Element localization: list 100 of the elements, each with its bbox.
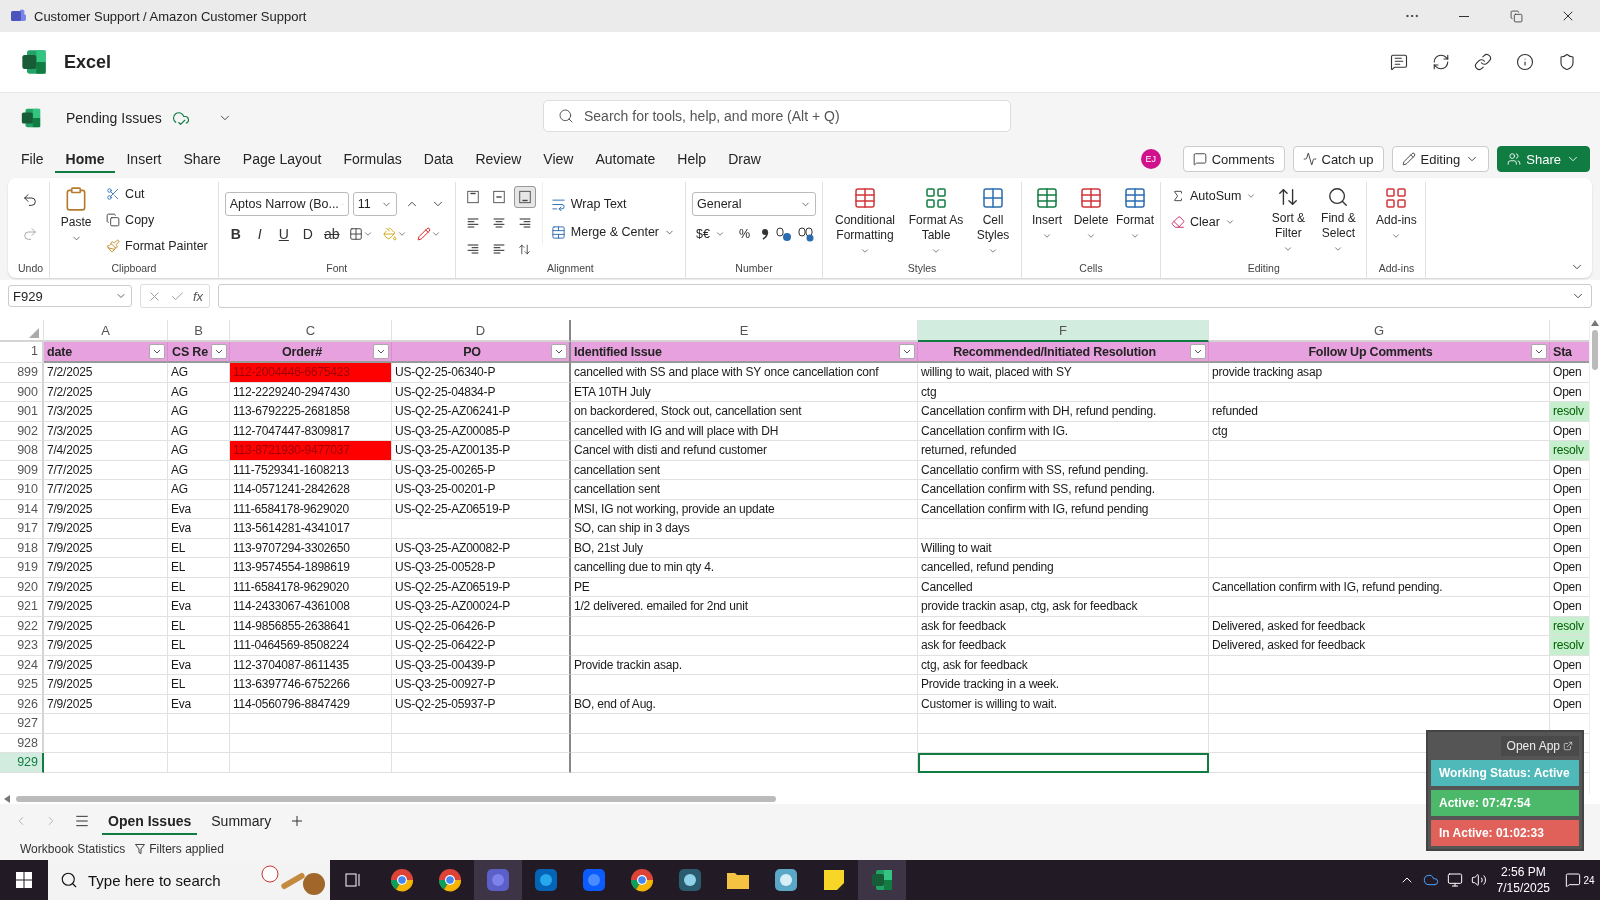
add-ins-button[interactable]: Add-ins [1373,182,1420,245]
row-number[interactable]: 929 [0,753,44,773]
sheet-tab[interactable]: Open Issues [102,807,198,835]
font-style-button[interactable]: I [248,222,271,246]
menu-tab[interactable]: Draw [717,145,772,173]
volume-icon[interactable] [1470,872,1487,888]
search-field[interactable]: Search for tools, help, and more (Alt + Q) [543,100,1011,132]
menu-tab[interactable]: View [532,145,585,173]
cells-button[interactable]: Delete [1072,182,1110,245]
workbook-statistics[interactable]: Workbook Statistics [20,842,126,856]
row-number[interactable]: 919 [0,558,44,578]
sticky-note-icon[interactable] [823,869,845,891]
document-name[interactable]: Pending Issues [66,110,162,126]
row-number[interactable]: 908 [0,441,44,461]
column-header[interactable]: A [44,320,168,342]
scroll-up-icon[interactable] [1591,320,1599,326]
share-button[interactable]: Share [1497,146,1590,172]
decrease-decimal-icon[interactable] [798,226,815,242]
taskbar-date[interactable]: 7/15/2025 [1496,880,1550,896]
filter-button[interactable] [1531,344,1547,359]
browser-icon[interactable] [629,867,655,893]
menu-tab[interactable]: File [10,145,55,173]
row-number[interactable]: 926 [0,694,44,714]
filter-button[interactable] [373,344,389,359]
autosum-button[interactable]: AutoSum [1167,184,1261,208]
open-app-button[interactable]: Open App [1500,736,1579,756]
folder-icon[interactable] [726,870,750,890]
menu-tab[interactable]: Review [464,145,533,173]
currency-button[interactable]: $€ [692,222,729,246]
notes-icon[interactable] [773,867,799,893]
column-header[interactable]: E [571,320,918,342]
vertical-align-button[interactable] [513,186,536,208]
row-number[interactable]: 917 [0,519,44,539]
font-style-button[interactable]: D [296,222,319,246]
filter-button[interactable] [899,344,915,359]
taskbar-search-field[interactable]: Type here to search [48,860,330,900]
vertical-scrollbar[interactable] [1589,320,1600,794]
merge-center-button[interactable]: Merge & Center [546,220,679,244]
styles-button[interactable]: Conditional Formatting [829,182,901,260]
filter-button[interactable] [1190,344,1206,359]
paste-button[interactable]: Paste [56,182,97,248]
notification-button[interactable]: 24 [1560,860,1600,900]
row-number[interactable]: 910 [0,480,44,500]
menu-tab[interactable]: Data [412,145,465,173]
taskbar-time[interactable]: 2:56 PM [1500,864,1546,880]
row-number[interactable]: 924 [0,655,44,675]
function-button[interactable]: fx [193,288,204,304]
browser-icon[interactable] [389,867,415,893]
wrap-text-button[interactable]: Wrap Text [546,192,679,216]
menu-tab[interactable]: Formulas [332,145,413,173]
teams-icon[interactable] [485,867,511,893]
increase-decimal-icon[interactable] [776,226,793,242]
user-avatar[interactable]: EJ [1140,149,1161,169]
column-header[interactable]: F [918,320,1209,342]
number-format-select[interactable]: General [692,192,816,216]
browser-icon[interactable] [437,867,463,893]
menu-tab[interactable]: Help [666,145,718,173]
catch-up-button[interactable]: Catch up [1292,146,1384,172]
format-painter-button[interactable]: Format Painter [102,234,212,258]
mail-icon[interactable] [533,867,559,893]
cells-button[interactable]: Insert [1028,182,1066,245]
menu-tab[interactable]: Home [54,145,116,173]
formula-input[interactable] [218,284,1592,308]
horizontal-scrollbar[interactable] [16,796,776,802]
editing-button[interactable]: Find & Select [1316,182,1361,258]
row-number[interactable]: 925 [0,675,44,695]
row-number[interactable]: 899 [0,363,44,383]
cloud-icon[interactable] [1422,872,1439,888]
percent-button[interactable]: % [734,222,755,246]
column-header[interactable]: C [230,320,392,342]
font-size-select[interactable]: 11 [352,192,397,216]
video-app-icon[interactable] [581,867,607,893]
row-number[interactable]: 927 [0,714,44,734]
font-style-button[interactable]: B [224,222,247,246]
editing-button[interactable]: Editing [1391,146,1490,172]
row-number[interactable]: 1 [0,342,44,363]
column-header[interactable]: D [392,320,571,342]
menu-tab[interactable]: Page Layout [231,145,333,173]
comma-style-icon[interactable] [760,227,771,241]
font-style-button[interactable]: U [272,222,295,246]
row-number[interactable]: 900 [0,382,44,402]
filter-button[interactable] [551,344,567,359]
row-number[interactable]: 921 [0,597,44,617]
row-number[interactable]: 914 [0,499,44,519]
strikethrough-button[interactable]: ab [320,222,343,246]
cells-button[interactable]: Format [1116,182,1154,245]
column-header[interactable]: B [168,320,230,342]
menu-tab[interactable]: Insert [115,145,173,173]
row-number[interactable]: 922 [0,616,44,636]
row-number[interactable]: 923 [0,636,44,656]
styles-button[interactable]: Format As Table [907,182,965,260]
row-number[interactable]: 902 [0,421,44,441]
monitor-icon[interactable] [1446,872,1463,888]
sheet-tab[interactable]: Summary [205,807,278,835]
row-number[interactable]: 928 [0,733,44,753]
scroll-left-icon[interactable] [4,795,10,803]
styles-button[interactable]: Cell Styles [971,182,1015,260]
column-header[interactable]: G [1209,320,1550,342]
filter-button[interactable] [149,344,165,359]
editing-button[interactable]: Sort & Filter [1266,182,1311,258]
